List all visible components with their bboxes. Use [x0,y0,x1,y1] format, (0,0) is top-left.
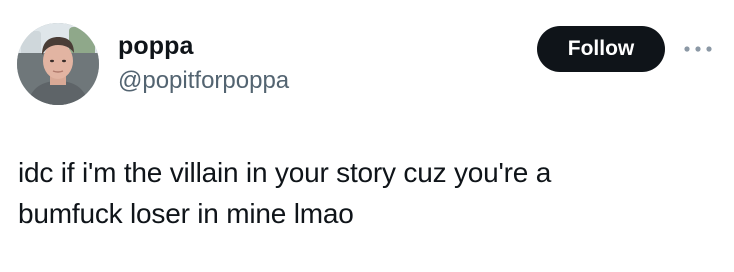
profile-photo-icon [17,23,99,105]
more-horizontal-icon [684,46,712,52]
avatar[interactable] [17,23,99,105]
more-options-button[interactable] [680,34,716,64]
tweet-card: poppa @popitforpoppa Follow idc if i'm t… [0,0,734,272]
display-name[interactable]: poppa [118,30,194,62]
follow-button[interactable]: Follow [537,26,665,72]
user-handle[interactable]: @popitforpoppa [118,66,289,96]
tweet-text: idc if i'm the villain in your story cuz… [18,157,552,229]
